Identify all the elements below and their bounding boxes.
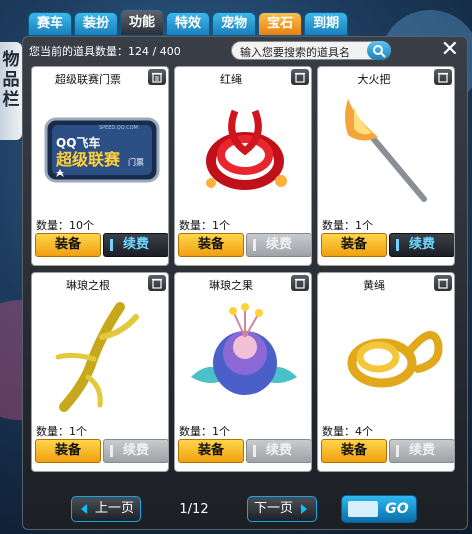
tab-gems[interactable]: 宝石 <box>258 12 303 36</box>
ticket-url: SPEED.QQ.COM <box>99 125 138 131</box>
delete-button[interactable] <box>291 69 309 85</box>
item-name: 超级联赛门票 <box>55 73 121 86</box>
search-icon <box>373 44 386 58</box>
trash-icon <box>152 72 162 83</box>
tab-effects[interactable]: 特效 <box>166 12 211 36</box>
equip-button[interactable]: 装备 <box>35 439 101 463</box>
next-page-button[interactable]: 下一页 <box>247 496 318 522</box>
item-card[interactable]: 琳琅之果 数量：1个 装备 续费 <box>174 272 312 472</box>
go-button[interactable]: GO <box>382 499 412 519</box>
renew-button: 续费 <box>103 439 168 463</box>
yellow-rope-icon <box>347 331 443 388</box>
prev-page-label: 上一页 <box>95 501 135 516</box>
equip-button[interactable]: 装备 <box>178 233 244 257</box>
item-card[interactable]: 红绳 数量：1个 装备 续费 <box>174 66 312 266</box>
item-actions: 装备 续费 <box>178 233 311 257</box>
item-quantity: 数量：10个 <box>36 219 94 232</box>
delete-button[interactable] <box>148 275 166 291</box>
item-actions: 装备 续费 <box>178 439 311 463</box>
inventory-panel: 您当前的道具数量：124 / 400 输入您要搜索的道具名 ✕ 超级联赛门票 S… <box>22 36 468 530</box>
item-actions: 装备 续费 <box>321 439 454 463</box>
renew-button[interactable]: 续费 <box>389 233 454 257</box>
item-card[interactable]: 琳琅之根 数量：1个 装备 续费 <box>31 272 169 472</box>
search-input[interactable]: 输入您要搜索的道具名 <box>240 44 350 60</box>
search-button[interactable] <box>367 41 391 60</box>
arrow-left-icon <box>81 504 87 514</box>
equip-button[interactable]: 装备 <box>321 233 387 257</box>
search-box[interactable]: 输入您要搜索的道具名 <box>231 41 391 60</box>
item-card[interactable]: 超级联赛门票 SPEED.QQ.COM QQ飞车 超级联赛 门票 数量：10个 … <box>31 66 169 266</box>
category-tabs: 赛车 装扮 功能 特效 宠物 宝石 到期 <box>28 9 349 36</box>
item-name: 红绳 <box>220 73 242 86</box>
page-indicator: 1/12 <box>179 501 209 517</box>
renew-button: 续费 <box>246 233 311 257</box>
close-button[interactable]: ✕ <box>441 37 459 62</box>
next-page-label: 下一页 <box>254 501 294 516</box>
item-count: 您当前的道具数量：124 / 400 <box>29 45 181 58</box>
page-jump-input[interactable] <box>348 501 378 517</box>
item-card[interactable]: 黄绳 数量：4个 装备 续费 <box>317 272 455 472</box>
item-quantity: 数量：1个 <box>179 219 230 232</box>
tab-function[interactable]: 功能 <box>120 9 165 36</box>
item-quantity: 数量：1个 <box>36 425 87 438</box>
item-quantity: 数量：1个 <box>322 219 373 232</box>
prev-page-button[interactable]: 上一页 <box>71 496 142 522</box>
page-jump: GO <box>341 495 417 523</box>
trash-icon <box>152 278 162 289</box>
tab-pets[interactable]: 宠物 <box>212 12 257 36</box>
trash-icon <box>295 72 305 83</box>
delete-button[interactable] <box>148 69 166 85</box>
tab-outfit[interactable]: 装扮 <box>74 12 119 36</box>
item-name: 琳琅之果 <box>209 279 253 292</box>
inventory-side-tab[interactable]: 物品栏 <box>0 42 22 140</box>
item-actions: 装备 续费 <box>321 233 454 257</box>
delete-button[interactable] <box>291 275 309 291</box>
equip-button[interactable]: 装备 <box>178 439 244 463</box>
root-icon <box>55 302 139 412</box>
ticket-line1: QQ飞车 <box>56 135 100 150</box>
item-name: 琳琅之根 <box>66 279 110 292</box>
equip-button[interactable]: 装备 <box>35 233 101 257</box>
trash-icon <box>438 72 448 83</box>
item-name: 黄绳 <box>363 279 385 292</box>
ticket-line3: 门票 <box>128 157 144 167</box>
delete-button[interactable] <box>434 69 452 85</box>
ticket-icon: SPEED.QQ.COM QQ飞车 超级联赛 门票 <box>44 117 160 183</box>
item-name: 大火把 <box>357 73 391 86</box>
ticket-line2: 超级联赛 <box>55 150 121 169</box>
red-rope-icon <box>206 109 287 190</box>
tab-expired[interactable]: 到期 <box>304 12 349 36</box>
renew-button[interactable]: 续费 <box>103 233 168 257</box>
pagination: 上一页 1/12 下一页 <box>71 496 318 522</box>
item-quantity: 数量：4个 <box>322 425 373 438</box>
trash-icon <box>438 278 448 289</box>
renew-button: 续费 <box>246 439 311 463</box>
arrow-right-icon <box>301 504 308 514</box>
tab-cars[interactable]: 赛车 <box>28 12 73 36</box>
item-actions: 装备 续费 <box>35 233 168 257</box>
item-actions: 装备 续费 <box>35 439 168 463</box>
equip-button[interactable]: 装备 <box>321 439 387 463</box>
torch-icon <box>345 99 427 202</box>
delete-button[interactable] <box>434 275 452 291</box>
item-grid: 超级联赛门票 SPEED.QQ.COM QQ飞车 超级联赛 门票 数量：10个 … <box>31 66 455 472</box>
item-quantity: 数量：1个 <box>179 425 230 438</box>
item-card[interactable]: 大火把 数量：1个 装备 续费 <box>317 66 455 266</box>
renew-button: 续费 <box>389 439 454 463</box>
trash-icon <box>295 278 305 289</box>
fruit-flower-icon <box>191 303 297 395</box>
